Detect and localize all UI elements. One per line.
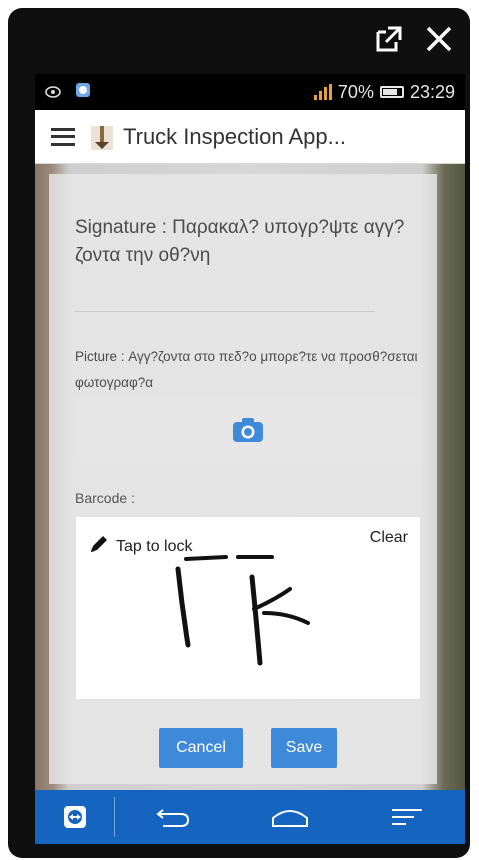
- signal-icon: [313, 84, 332, 100]
- window-controls: [372, 22, 456, 56]
- android-nav-bar: [35, 790, 465, 844]
- app-title: Truck Inspection App...: [123, 123, 346, 149]
- save-button[interactable]: Save: [271, 728, 337, 768]
- teamviewer-status-icon: [75, 82, 91, 103]
- home-icon[interactable]: [232, 790, 349, 844]
- device-frame: 70% 23:29 Truck Inspection App... Signat…: [8, 8, 470, 858]
- status-bar: 70% 23:29: [35, 74, 465, 110]
- clear-button[interactable]: Clear: [370, 529, 408, 547]
- recent-apps-icon[interactable]: [348, 790, 465, 844]
- status-right: 70% 23:29: [313, 81, 455, 103]
- tap-to-lock-label: Tap to lock: [116, 537, 193, 555]
- picture-label: Picture : Αγγ?ζοντα στο πεδ?ο μπορε?τε ν…: [75, 349, 418, 390]
- signature-divider: [75, 311, 375, 312]
- app-bar: Truck Inspection App...: [35, 110, 465, 164]
- external-open-icon[interactable]: [372, 22, 406, 56]
- signature-pad[interactable]: Tap to lock Clear: [75, 516, 421, 700]
- tap-to-lock-button[interactable]: Tap to lock: [88, 533, 192, 560]
- hamburger-menu-icon[interactable]: [51, 127, 75, 146]
- battery-icon: [379, 86, 404, 98]
- status-left-icons: [45, 82, 91, 103]
- teamviewer-icon[interactable]: [35, 797, 115, 837]
- camera-icon: [232, 417, 264, 443]
- eye-icon: [45, 82, 61, 103]
- truck-app-logo-icon: [89, 122, 115, 152]
- add-photo-button[interactable]: [75, 397, 421, 463]
- signature-label: Signature : Παρακαλ? υπογρ?ψτε αγγ?ζοντα…: [75, 217, 405, 266]
- close-icon[interactable]: [422, 22, 456, 56]
- back-icon[interactable]: [115, 790, 232, 844]
- pencil-icon: [88, 533, 110, 560]
- barcode-label: Barcode :: [75, 490, 135, 506]
- cancel-button[interactable]: Cancel: [159, 728, 243, 768]
- phone-screen: 70% 23:29 Truck Inspection App... Signat…: [35, 74, 465, 844]
- clock: 23:29: [409, 81, 455, 102]
- battery-percent: 70%: [337, 81, 374, 102]
